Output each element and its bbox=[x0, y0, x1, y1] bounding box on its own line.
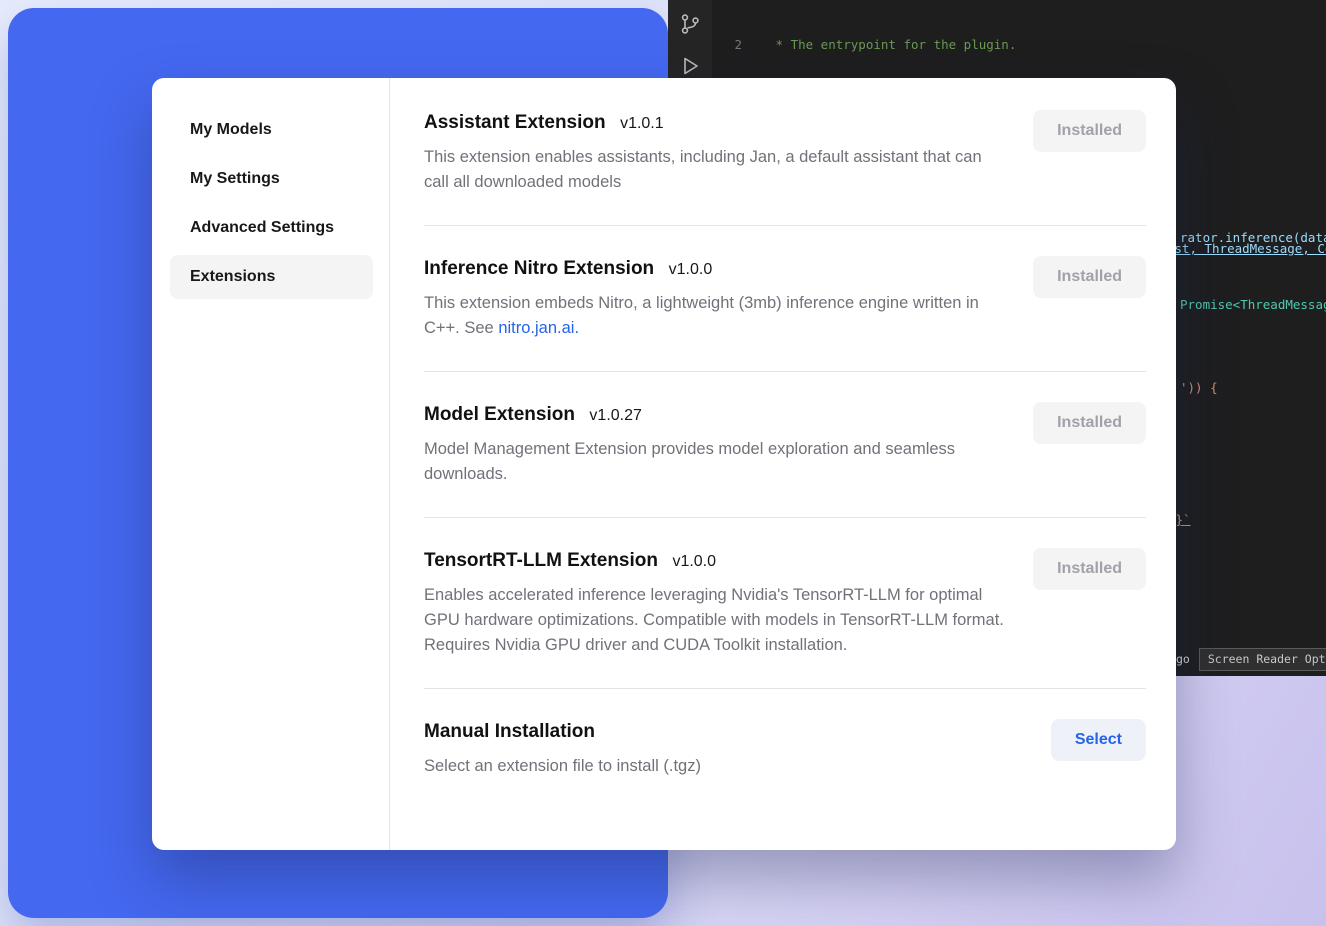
nitro-jan-ai-link[interactable]: nitro.jan.ai. bbox=[498, 319, 579, 337]
manual-installation-row: Manual Installation Select an extension … bbox=[424, 689, 1146, 809]
extension-description: This extension enables assistants, inclu… bbox=[424, 145, 1009, 195]
extension-row-tensorrt: TensortRT-LLM Extension v1.0.0 Enables a… bbox=[424, 518, 1146, 689]
extension-version: v1.0.1 bbox=[620, 115, 664, 132]
sidebar-item-my-models[interactable]: My Models bbox=[170, 108, 373, 152]
extension-title: TensortRT-LLM Extension bbox=[424, 550, 658, 571]
extension-title: Model Extension bbox=[424, 404, 575, 425]
sidebar-item-my-settings[interactable]: My Settings bbox=[170, 157, 373, 201]
extension-description: Enables accelerated inference leveraging… bbox=[424, 583, 1009, 658]
installed-button: Installed bbox=[1033, 402, 1146, 444]
sidebar-item-extensions[interactable]: Extensions bbox=[170, 255, 373, 299]
screen-reader-notice: Screen Reader Optimized bbox=[1199, 648, 1326, 671]
extension-description: This extension embeds Nitro, a lightweig… bbox=[424, 291, 1009, 341]
extension-version: v1.0.0 bbox=[669, 261, 713, 278]
manual-installation-title: Manual Installation bbox=[424, 721, 595, 742]
sidebar-item-advanced-settings[interactable]: Advanced Settings bbox=[170, 206, 373, 250]
settings-sidebar: My Models My Settings Advanced Settings … bbox=[152, 78, 390, 850]
installed-button: Installed bbox=[1033, 110, 1146, 152]
installed-button: Installed bbox=[1033, 256, 1146, 298]
code-fragment: ')) { bbox=[1180, 379, 1218, 396]
manual-installation-description: Select an extension file to install (.tg… bbox=[424, 754, 701, 779]
extension-row-assistant: Assistant Extension v1.0.1 This extensio… bbox=[424, 110, 1146, 226]
run-debug-icon bbox=[678, 54, 702, 78]
extension-description: Model Management Extension provides mode… bbox=[424, 437, 1009, 487]
status-text: go bbox=[1176, 651, 1190, 668]
code-text: * The entrypoint for the plugin. bbox=[742, 36, 1016, 53]
installed-button: Installed bbox=[1033, 548, 1146, 590]
settings-modal: My Models My Settings Advanced Settings … bbox=[152, 78, 1176, 850]
editor-status-row: go Screen Reader Optimized bbox=[1176, 648, 1326, 671]
extensions-panel: Assistant Extension v1.0.1 This extensio… bbox=[390, 78, 1176, 850]
code-line: 2 * The entrypoint for the plugin. bbox=[712, 36, 1326, 53]
extension-version: v1.0.27 bbox=[589, 407, 641, 424]
extension-title: Assistant Extension bbox=[424, 112, 606, 133]
extension-title: Inference Nitro Extension bbox=[424, 258, 654, 279]
source-control-icon bbox=[678, 12, 702, 36]
extension-version: v1.0.0 bbox=[672, 553, 716, 570]
line-number: 2 bbox=[712, 36, 742, 53]
code-fragment: Promise<ThreadMessage> bbox=[1180, 296, 1326, 313]
extension-row-model: Model Extension v1.0.27 Model Management… bbox=[424, 372, 1146, 518]
extension-row-nitro: Inference Nitro Extension v1.0.0 This ex… bbox=[424, 226, 1146, 372]
select-file-button[interactable]: Select bbox=[1051, 719, 1146, 761]
code-fragment: rator.inference(data)); bbox=[1180, 229, 1326, 246]
